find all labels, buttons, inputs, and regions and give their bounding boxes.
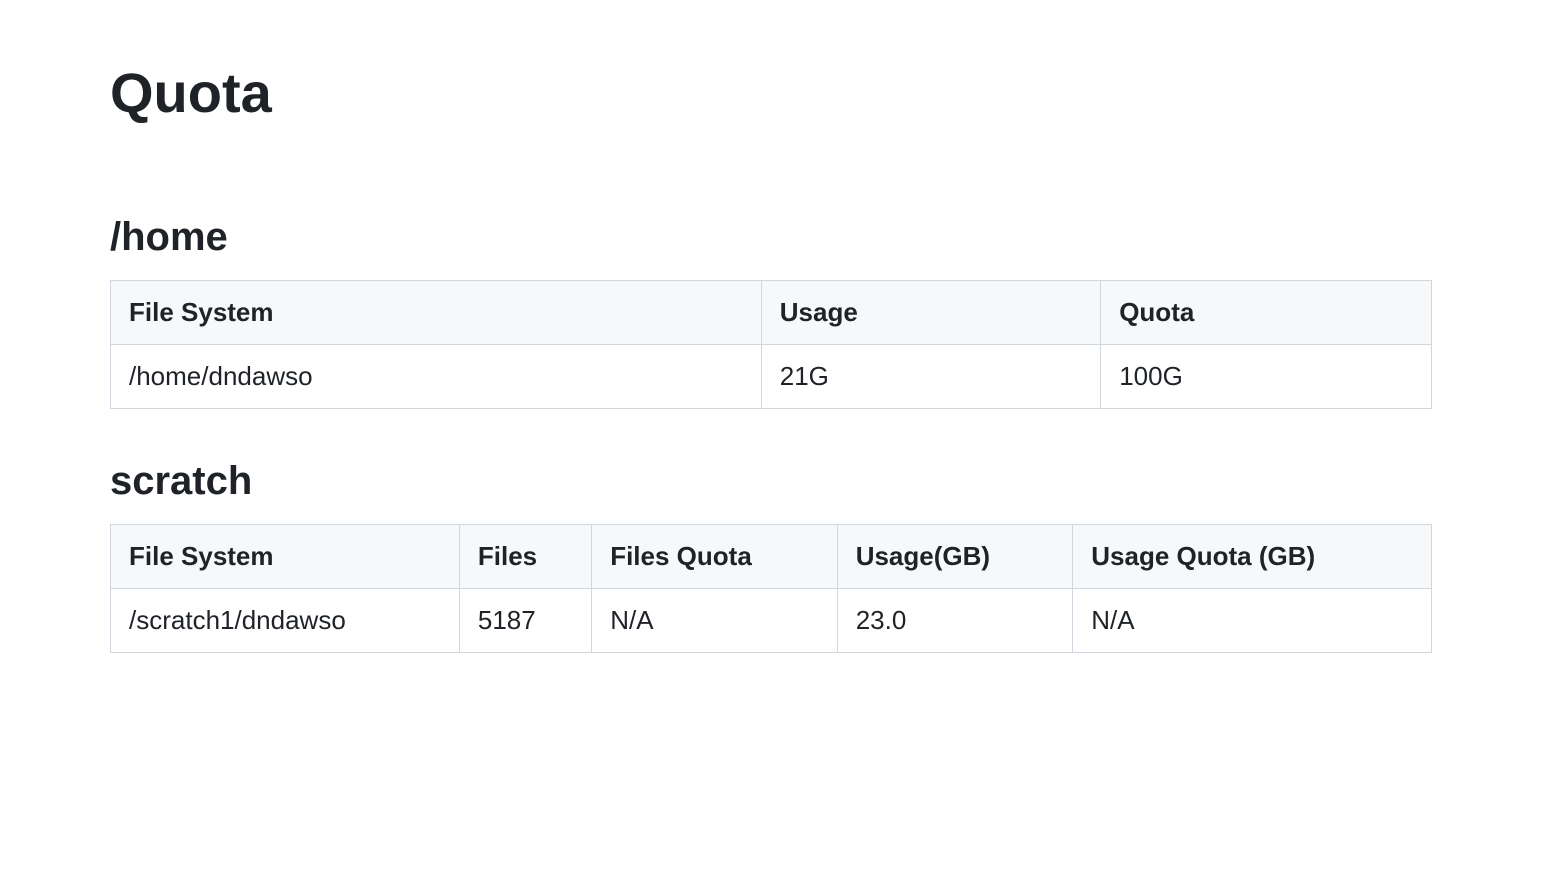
col-header-files-quota: Files Quota — [592, 525, 837, 589]
table-header-row: File System Files Files Quota Usage(GB) … — [111, 525, 1432, 589]
cell-filesystem: /scratch1/dndawso — [111, 589, 460, 653]
scratch-heading: scratch — [110, 459, 1432, 504]
cell-filesystem: /home/dndawso — [111, 345, 762, 409]
cell-files: 5187 — [459, 589, 591, 653]
col-header-quota: Quota — [1101, 281, 1432, 345]
home-section: /home File System Usage Quota /home/dnda… — [110, 215, 1432, 409]
cell-quota: 100G — [1101, 345, 1432, 409]
page-title: Quota — [110, 60, 1432, 125]
table-header-row: File System Usage Quota — [111, 281, 1432, 345]
cell-files-quota: N/A — [592, 589, 837, 653]
col-header-files: Files — [459, 525, 591, 589]
cell-usage-quota-gb: N/A — [1073, 589, 1432, 653]
table-row: /home/dndawso 21G 100G — [111, 345, 1432, 409]
home-heading: /home — [110, 215, 1432, 260]
col-header-usage: Usage — [761, 281, 1100, 345]
scratch-table: File System Files Files Quota Usage(GB) … — [110, 524, 1432, 653]
col-header-filesystem: File System — [111, 525, 460, 589]
col-header-usage-quota-gb: Usage Quota (GB) — [1073, 525, 1432, 589]
col-header-usage-gb: Usage(GB) — [837, 525, 1073, 589]
home-table: File System Usage Quota /home/dndawso 21… — [110, 280, 1432, 409]
cell-usage: 21G — [761, 345, 1100, 409]
table-row: /scratch1/dndawso 5187 N/A 23.0 N/A — [111, 589, 1432, 653]
cell-usage-gb: 23.0 — [837, 589, 1073, 653]
col-header-filesystem: File System — [111, 281, 762, 345]
scratch-section: scratch File System Files Files Quota Us… — [110, 459, 1432, 653]
